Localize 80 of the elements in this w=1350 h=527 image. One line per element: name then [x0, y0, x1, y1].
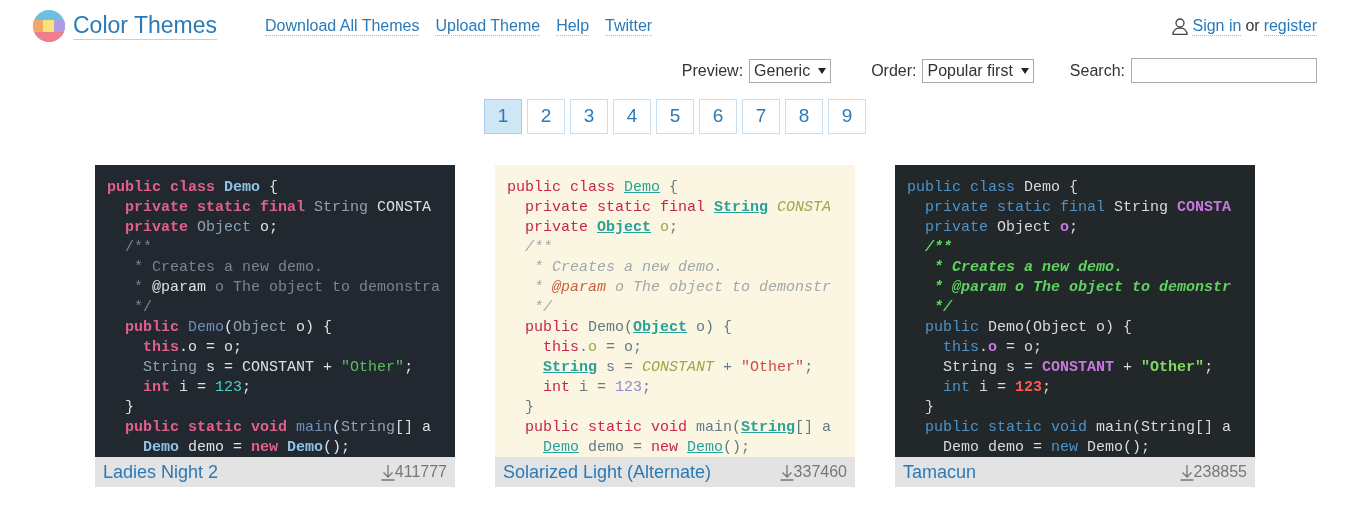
user-icon [1172, 17, 1189, 35]
page-link[interactable]: 1 [484, 99, 522, 134]
code-line: String s = CONSTANT + "Other"; [142, 358, 415, 378]
preview-label: Preview: [681, 60, 744, 81]
page-link[interactable]: 4 [613, 99, 651, 134]
theme-name-link[interactable]: Ladies Night 2 [103, 458, 219, 486]
code-line: * @param o The object to demonstra [133, 278, 442, 298]
code-line: * @param o The object to demonstr [933, 278, 1233, 298]
caret-icon [1020, 67, 1029, 74]
code-line: Demo demo = new Demo(); [542, 438, 752, 457]
download-icon [1179, 463, 1194, 481]
page-link[interactable]: 7 [742, 99, 780, 134]
code-line: public Demo(Object o) { [924, 318, 1134, 338]
download-count: 238855 [1193, 462, 1247, 482]
page-link[interactable]: 2 [527, 99, 565, 134]
theme-name-link[interactable]: Solarized Light (Alternate) [503, 458, 712, 486]
page-link[interactable]: 6 [699, 99, 737, 134]
code-line: */ [933, 298, 954, 318]
code-preview[interactable] [95, 165, 455, 457]
order-label: Order: [871, 60, 917, 81]
order-dropdown[interactable]: Popular first [922, 58, 1034, 83]
code-line: Demo demo = new Demo(); [142, 438, 352, 457]
code-line: private Object o; [124, 218, 280, 238]
download-icon [380, 463, 395, 481]
search-label: Search: [1069, 60, 1125, 81]
code-line: public static void main(String[] a [924, 418, 1233, 438]
logo-icon [33, 10, 65, 42]
code-line: public class Demo { [507, 178, 680, 198]
site-title[interactable]: Color Themes [73, 11, 218, 41]
code-line: this.o = o; [942, 338, 1044, 358]
code-line: * Creates a new demo. [133, 258, 325, 278]
code-line: String s = CONSTANT + "Other"; [942, 358, 1215, 378]
code-line: String s = CONSTANT + "Other"; [542, 358, 815, 378]
code-line: private Object o; [924, 218, 1080, 238]
code-line: /** [924, 238, 954, 258]
download-count: 411777 [394, 462, 447, 482]
code-line: */ [533, 298, 554, 318]
nav-link[interactable]: Upload Theme [435, 15, 541, 37]
nav-link[interactable]: Twitter [605, 15, 653, 37]
code-line: public class Demo { [907, 178, 1080, 198]
code-line: } [524, 398, 536, 418]
code-line: /** [524, 238, 554, 258]
code-line: this.o = o; [142, 338, 244, 358]
code-line: /** [124, 238, 154, 258]
code-line: */ [133, 298, 154, 318]
register-link[interactable]: register [1263, 15, 1317, 37]
code-line: private static final String CONSTA [124, 198, 433, 218]
search-field[interactable] [1131, 58, 1317, 83]
page-link[interactable]: 5 [656, 99, 694, 134]
code-line: public class Demo { [107, 178, 280, 198]
code-line: int i = 123; [142, 378, 253, 398]
code-line: public Demo(Object o) { [124, 318, 334, 338]
preview-dropdown[interactable]: Generic [749, 58, 832, 83]
code-line: * @param o The object to demonstr [533, 278, 833, 298]
code-line: Demo demo = new Demo(); [942, 438, 1152, 457]
page-link[interactable]: 3 [570, 99, 608, 134]
code-line: } [124, 398, 136, 418]
code-line: private static final String CONSTA [524, 198, 833, 218]
download-count: 337460 [793, 462, 847, 482]
download-icon [779, 463, 794, 481]
code-line: * Creates a new demo. [533, 258, 725, 278]
theme-name-link[interactable]: Tamacun [903, 458, 977, 486]
nav-link[interactable]: Download All Themes [265, 15, 420, 37]
code-line: private Object o; [524, 218, 680, 238]
code-line: public static void main(String[] a [124, 418, 433, 438]
code-line: int i = 123; [942, 378, 1053, 398]
code-line: public static void main(String[] a [524, 418, 833, 438]
code-line: public Demo(Object o) { [524, 318, 734, 338]
sign-in-link[interactable]: Sign in [1192, 15, 1242, 37]
nav-link[interactable]: Help [556, 15, 590, 37]
code-preview[interactable] [895, 165, 1255, 457]
code-line: int i = 123; [542, 378, 653, 398]
code-line: this.o = o; [542, 338, 644, 358]
code-line: } [924, 398, 936, 418]
page-link[interactable]: 9 [828, 99, 866, 134]
code-line: * Creates a new demo. [933, 258, 1125, 278]
page-link[interactable]: 8 [785, 99, 823, 134]
caret-icon [818, 67, 827, 74]
code-line: private static final String CONSTA [924, 198, 1233, 218]
separator-text: or [1245, 16, 1260, 36]
